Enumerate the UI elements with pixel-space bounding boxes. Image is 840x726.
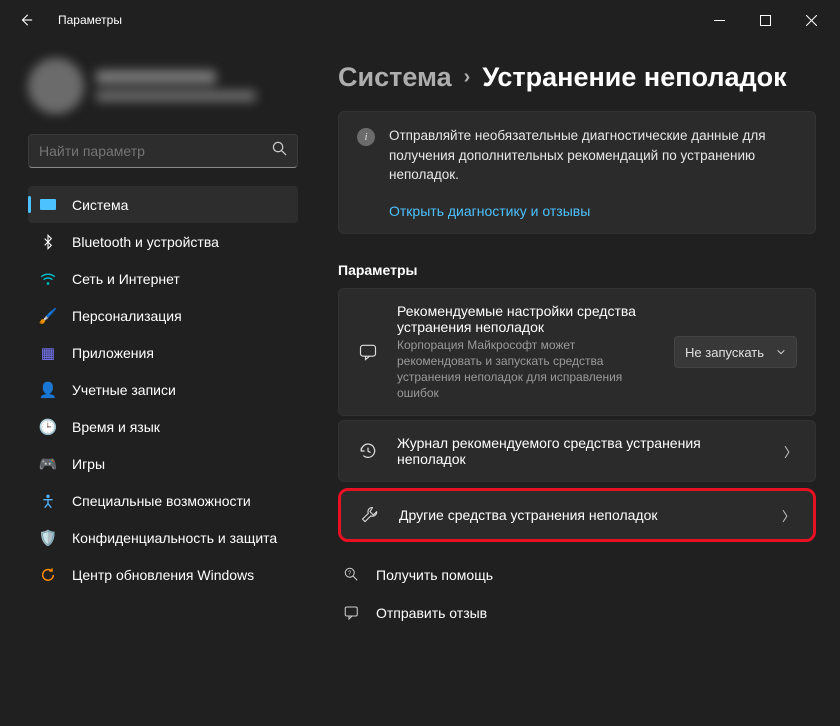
nav-icon (38, 565, 58, 585)
nav-label: Bluetooth и устройства (72, 234, 219, 250)
avatar (28, 58, 84, 114)
sidebar-item-4[interactable]: ▦ Приложения (28, 334, 298, 371)
nav-icon: 🛡️ (38, 528, 58, 548)
other-troubleshooters-card[interactable]: Другие средства устранения неполадок 〉 (338, 488, 816, 542)
back-button[interactable] (12, 6, 40, 34)
info-text: Отправляйте необязательные диагностическ… (389, 126, 797, 185)
nav-icon: 🖌️ (38, 306, 58, 326)
nav-icon (38, 195, 58, 215)
sidebar-item-10[interactable]: Центр обновления Windows (28, 556, 298, 593)
wrench-icon (359, 505, 381, 525)
nav-list: Система Bluetooth и устройства Сеть и Инте… (28, 186, 298, 593)
section-label: Параметры (338, 262, 816, 278)
chevron-down-icon (776, 345, 786, 360)
nav-icon: 🎮 (38, 454, 58, 474)
profile-block[interactable] (28, 58, 298, 114)
nav-label: Учетные записи (72, 382, 176, 398)
chevron-right-icon: › (464, 66, 471, 89)
nav-label: Персонализация (72, 308, 182, 324)
nav-label: Система (72, 197, 128, 213)
profile-email (96, 90, 256, 102)
search-icon (272, 141, 287, 161)
recommended-sub: Корпорация Майкрософт может рекомендоват… (397, 337, 656, 402)
main-content: Система › Устранение неполадок i Отправл… (310, 40, 840, 726)
maximize-button[interactable] (742, 4, 788, 36)
help-icon: ? (342, 566, 362, 584)
minimize-button[interactable] (696, 4, 742, 36)
breadcrumb: Система › Устранение неполадок (338, 62, 816, 93)
svg-text:?: ? (348, 571, 352, 577)
profile-name (96, 70, 216, 84)
open-diagnostics-link[interactable]: Открыть диагностику и отзывы (389, 203, 797, 219)
window-title: Параметры (58, 13, 122, 27)
nav-label: Приложения (72, 345, 154, 361)
sidebar-item-2[interactable]: Сеть и Интернет (28, 260, 298, 297)
sidebar-item-9[interactable]: 🛡️ Конфиденциальность и защита (28, 519, 298, 556)
nav-icon (38, 232, 58, 252)
sidebar-item-0[interactable]: Система (28, 186, 298, 223)
recommended-title: Рекомендуемые настройки средства устране… (397, 303, 656, 335)
info-icon: i (357, 128, 375, 146)
nav-label: Центр обновления Windows (72, 567, 254, 583)
nav-icon (38, 269, 58, 289)
nav-label: Время и язык (72, 419, 160, 435)
history-icon (357, 441, 379, 461)
diagnostics-info-box: i Отправляйте необязательные диагностиче… (338, 111, 816, 234)
get-help-link[interactable]: ? Получить помощь (342, 556, 816, 594)
sidebar-item-3[interactable]: 🖌️ Персонализация (28, 297, 298, 334)
sidebar-item-1[interactable]: Bluetooth и устройства (28, 223, 298, 260)
sidebar-item-8[interactable]: Специальные возможности (28, 482, 298, 519)
nav-label: Сеть и Интернет (72, 271, 180, 287)
search-box[interactable] (28, 134, 298, 168)
breadcrumb-parent[interactable]: Система (338, 62, 452, 93)
sidebar-item-7[interactable]: 🎮 Игры (28, 445, 298, 482)
recommended-dropdown[interactable]: Не запускать (674, 336, 797, 368)
nav-label: Специальные возможности (72, 493, 251, 509)
history-title: Журнал рекомендуемого средства устранени… (397, 435, 766, 467)
nav-label: Конфиденциальность и защита (72, 530, 277, 546)
sidebar-item-6[interactable]: 🕒 Время и язык (28, 408, 298, 445)
nav-label: Игры (72, 456, 105, 472)
nav-icon: 👤 (38, 380, 58, 400)
sidebar: Система Bluetooth и устройства Сеть и Инте… (0, 40, 310, 726)
chat-icon (357, 342, 379, 362)
nav-icon: ▦ (38, 343, 58, 363)
nav-icon (38, 491, 58, 511)
titlebar: Параметры (0, 0, 840, 40)
chevron-right-icon: 〉 (784, 442, 797, 461)
breadcrumb-current: Устранение неполадок (482, 62, 786, 93)
troubleshoot-history-card[interactable]: Журнал рекомендуемого средства устранени… (338, 420, 816, 482)
sidebar-item-5[interactable]: 👤 Учетные записи (28, 371, 298, 408)
search-input[interactable] (39, 143, 272, 159)
footer-links: ? Получить помощь Отправить отзыв (338, 556, 816, 632)
recommended-settings-card[interactable]: Рекомендуемые настройки средства устране… (338, 288, 816, 417)
send-feedback-link[interactable]: Отправить отзыв (342, 594, 816, 632)
other-title: Другие средства устранения неполадок (399, 507, 764, 523)
feedback-icon (342, 604, 362, 622)
chevron-right-icon: 〉 (782, 506, 795, 525)
nav-icon: 🕒 (38, 417, 58, 437)
close-button[interactable] (788, 4, 834, 36)
